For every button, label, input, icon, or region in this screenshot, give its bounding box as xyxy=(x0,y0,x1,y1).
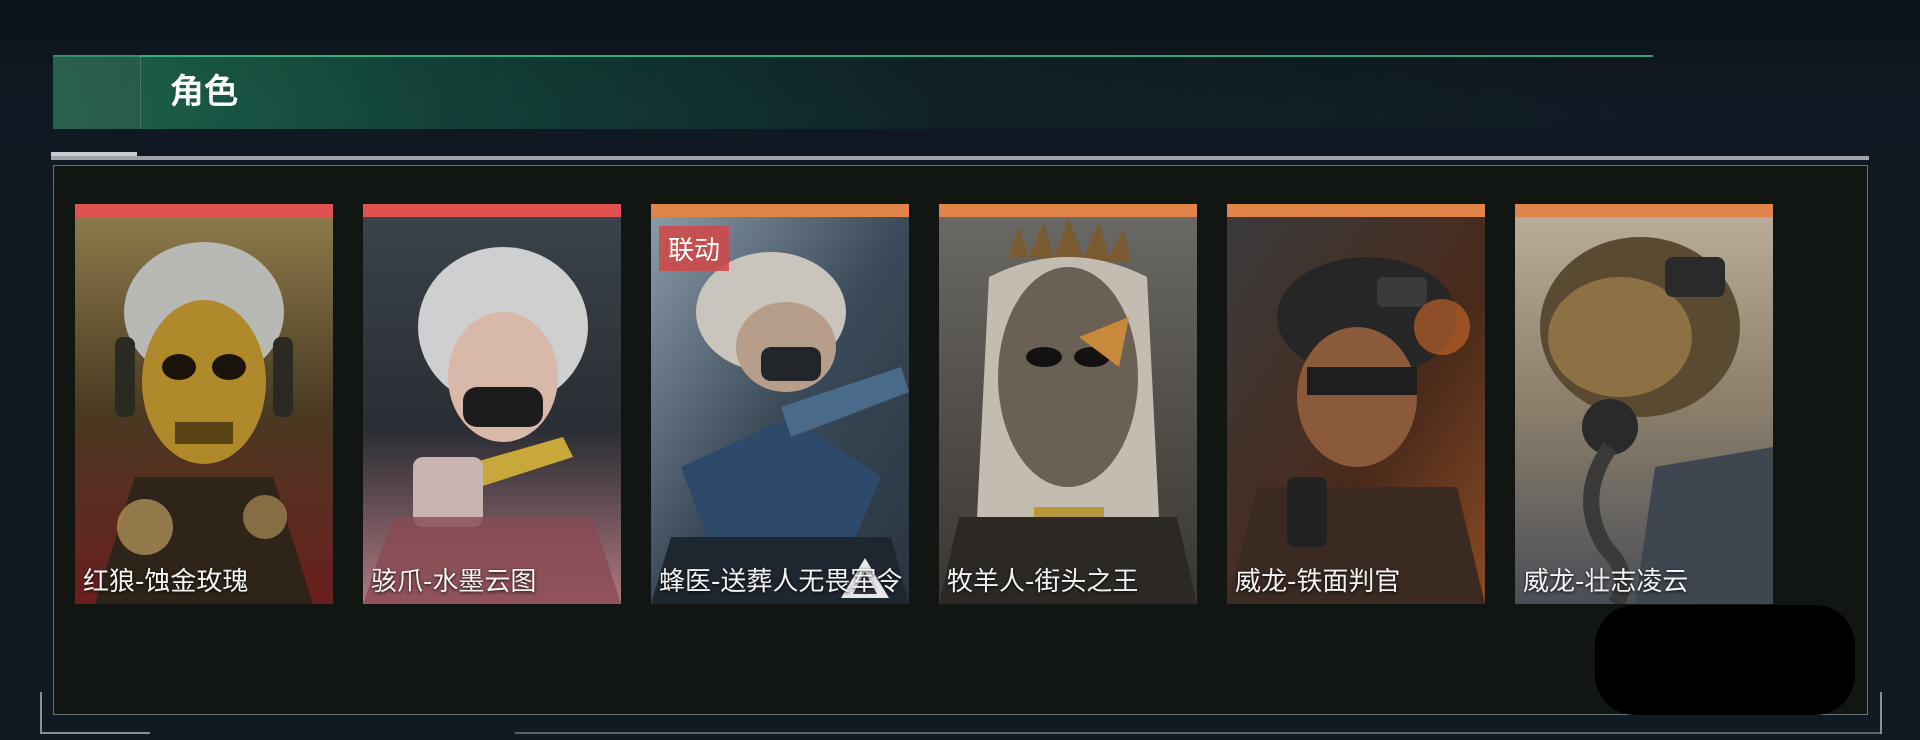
header-divider xyxy=(51,156,1869,160)
header-cap xyxy=(53,55,141,129)
character-name: 红狼-蚀金玫瑰 xyxy=(83,567,249,597)
rarity-bar xyxy=(75,204,333,217)
rarity-bar xyxy=(939,204,1197,217)
spiked-mask-portrait-icon xyxy=(939,217,1197,604)
character-card[interactable]: 联动 蜂医-送葬人无畏军令 xyxy=(651,204,909,604)
header-divider-accent xyxy=(51,152,137,156)
helmet-soldier-portrait-icon xyxy=(1227,217,1485,604)
redaction-block xyxy=(1595,605,1855,715)
masked-woman-portrait-icon xyxy=(363,217,621,604)
character-name: 威龙-铁面判官 xyxy=(1235,567,1401,597)
character-card[interactable]: 威龙-壮志凌云 xyxy=(1515,204,1773,604)
pilot-helmet-portrait-icon xyxy=(1515,217,1773,604)
collab-badge: 联动 xyxy=(659,226,730,271)
panel-bottom-line xyxy=(515,732,1880,734)
character-card[interactable]: 牧羊人-街头之王 xyxy=(939,204,1197,604)
panel-corner-left xyxy=(40,692,150,734)
character-name: 蜂医-送葬人无畏军令 xyxy=(659,567,903,597)
panel-corner-right xyxy=(1860,692,1882,734)
skull-mask-portrait-icon xyxy=(75,217,333,604)
hooded-soldier-portrait-icon xyxy=(651,217,909,604)
character-card[interactable]: 威龙-铁面判官 xyxy=(1227,204,1485,604)
character-name: 骇爪-水墨云图 xyxy=(371,567,537,597)
rarity-bar xyxy=(651,204,909,217)
rarity-bar xyxy=(1227,204,1485,217)
rarity-bar xyxy=(1515,204,1773,217)
character-card[interactable]: 红狼-蚀金玫瑰 xyxy=(75,204,333,604)
section-header xyxy=(53,55,1653,129)
character-name: 牧羊人-街头之王 xyxy=(947,567,1139,597)
character-card[interactable]: 骇爪-水墨云图 xyxy=(363,204,621,604)
character-name: 威龙-壮志凌云 xyxy=(1523,567,1689,597)
section-title: 角色 xyxy=(170,72,238,112)
rarity-bar xyxy=(363,204,621,217)
